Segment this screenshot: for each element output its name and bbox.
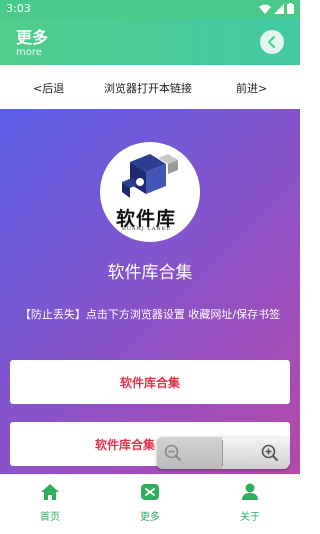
app-header: 更多 more	[0, 18, 300, 65]
tab-about[interactable]: 关于	[220, 483, 280, 523]
bookmark-notice: 【防止丢失】点击下方浏览器设置 收藏网址/保存书签	[19, 308, 281, 321]
tab-more-label: 更多	[140, 512, 160, 523]
user-icon	[242, 483, 258, 500]
collection-button-1[interactable]: 软件库合集	[10, 360, 290, 404]
main-content: 软件库 RUANJ LANKU 软件库合集 【防止丢失】点击下方浏览器设置 收藏…	[0, 109, 300, 474]
nav-forward-link[interactable]: 前进>	[236, 80, 267, 96]
status-icons	[259, 3, 294, 14]
more-icon	[141, 484, 159, 500]
wifi-icon	[259, 4, 271, 14]
tab-more[interactable]: 更多	[120, 483, 180, 523]
home-icon	[41, 484, 59, 500]
browser-nav-bar: <后退 浏览器打开本链接 前进>	[0, 65, 300, 110]
zoom-out-icon	[164, 444, 182, 462]
logo-subtext: RUANJ LANKU	[122, 226, 172, 232]
zoom-in-icon	[261, 444, 279, 462]
page-subtitle: more	[16, 47, 42, 58]
tab-home[interactable]: 首页	[20, 483, 80, 523]
app-logo: 软件库 RUANJ LANKU	[100, 142, 200, 242]
zoom-in-button[interactable]	[223, 437, 289, 469]
back-button[interactable]	[260, 30, 284, 54]
collection-title: 软件库合集	[107, 263, 193, 283]
cube-logo-icon	[122, 154, 178, 198]
chevron-left-icon	[268, 36, 275, 48]
nav-back-link[interactable]: <后退	[33, 80, 64, 96]
signal-icon	[274, 3, 284, 14]
status-bar: 3:03	[0, 0, 300, 18]
tab-about-label: 关于	[240, 512, 260, 523]
status-time: 3:03	[6, 2, 31, 15]
tab-home-label: 首页	[40, 512, 60, 523]
bottom-tab-bar: 首页 更多 关于	[0, 474, 300, 534]
page-title: 更多	[16, 28, 49, 47]
nav-open-browser-link[interactable]: 浏览器打开本链接	[104, 80, 192, 96]
zoom-control	[157, 437, 289, 469]
battery-icon	[287, 3, 294, 14]
zoom-out-button[interactable]	[157, 437, 222, 469]
